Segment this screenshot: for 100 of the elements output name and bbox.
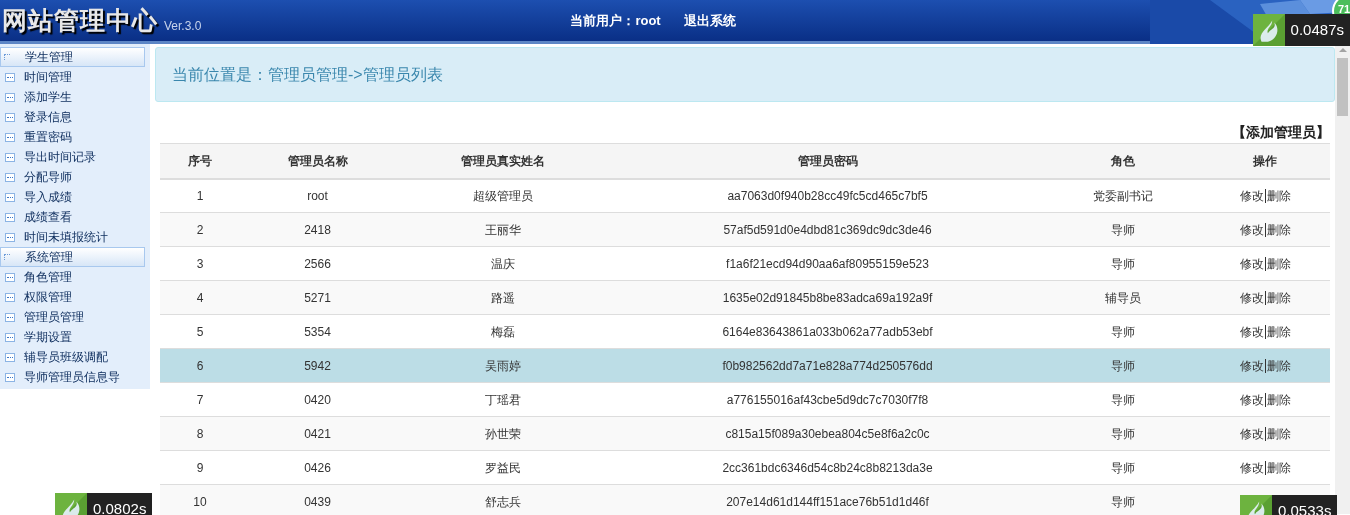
- list-icon: [5, 332, 15, 342]
- breadcrumb: 当前位置是：管理员管理->管理员列表: [172, 64, 443, 85]
- table-cell: 导师: [1045, 212, 1200, 247]
- table-cell: 10: [160, 484, 240, 515]
- add-admin-link[interactable]: 【添加管理员】: [1232, 122, 1330, 143]
- table-cell: 梅磊: [395, 314, 610, 349]
- table-row[interactable]: 5 5354 梅磊 6164e83643861a033b062a77adb53ebf 导师 修改 删除: [160, 314, 1330, 349]
- table-row[interactable]: 4 5271 路遥 1635e02d91845b8be83adca69a192a9f 辅导员 修改 删除: [160, 280, 1330, 315]
- delete-link[interactable]: 删除: [1266, 358, 1291, 373]
- edit-link[interactable]: 修改: [1239, 324, 1264, 339]
- list-icon: [5, 352, 15, 362]
- dotted-plus-icon: [4, 54, 10, 60]
- list-icon: [5, 212, 15, 222]
- table-cell: 辅导员: [1045, 280, 1200, 315]
- sidebar-item[interactable]: 管理员管理: [0, 307, 150, 327]
- edit-link[interactable]: 修改: [1239, 290, 1264, 305]
- table-cell: 0426: [240, 450, 395, 485]
- table-cell: 1: [160, 178, 240, 213]
- edit-link[interactable]: 修改: [1239, 426, 1264, 441]
- table-cell: 导师: [1045, 382, 1200, 417]
- table-cell: 超级管理员: [395, 178, 610, 213]
- logout-link[interactable]: 退出系统: [683, 10, 736, 31]
- edit-link[interactable]: 修改: [1239, 460, 1264, 475]
- edit-link[interactable]: 修改: [1239, 358, 1264, 373]
- delete-link[interactable]: 删除: [1266, 222, 1291, 237]
- table-cell: 温庆: [395, 246, 610, 281]
- table-cell: root: [240, 178, 395, 213]
- sidebar-item[interactable]: 权限管理: [0, 287, 150, 307]
- sidebar-item[interactable]: 辅导员班级调配: [0, 347, 150, 367]
- sidebar-item[interactable]: 重置密码: [0, 127, 150, 147]
- list-icon: [5, 372, 15, 382]
- table-cell: 导师: [1045, 246, 1200, 281]
- list-icon: [5, 232, 15, 242]
- table-cell: 2418: [240, 212, 395, 247]
- delete-link[interactable]: 删除: [1266, 290, 1291, 305]
- edit-link[interactable]: 修改: [1239, 188, 1264, 203]
- current-user-label: 当前用户：root: [570, 11, 661, 30]
- table-cell: 丁瑶君: [395, 382, 610, 417]
- delete-link[interactable]: 删除: [1266, 324, 1291, 339]
- table-cell: 党委副书记: [1045, 178, 1200, 213]
- scrollbar[interactable]: [1335, 44, 1350, 514]
- table-cell: 7: [160, 382, 240, 417]
- table-cell: 导师: [1045, 416, 1200, 451]
- dotted-plus-icon: [4, 254, 10, 260]
- list-icon: [5, 292, 15, 302]
- list-icon: [5, 192, 15, 202]
- table-cell: a776155016af43cbe5d9dc7c7030f7f8: [610, 382, 1045, 417]
- table-row[interactable]: 1 root 超级管理员 aa7063d0f940b28cc49fc5cd465c7bf5 党委副书记 修改 删除: [160, 178, 1330, 213]
- delete-link[interactable]: 删除: [1266, 392, 1291, 407]
- sidebar-item[interactable]: 登录信息: [0, 107, 150, 127]
- table-row[interactable]: 7 0420 丁瑶君 a776155016af43cbe5d9dc7c7030f7f8 导师 修改 删除: [160, 382, 1330, 417]
- sidebar-item[interactable]: 角色管理: [0, 267, 150, 287]
- column-header: 序号: [160, 143, 240, 179]
- delete-link[interactable]: 删除: [1266, 460, 1291, 475]
- list-icon: [5, 72, 15, 82]
- delete-link[interactable]: 删除: [1266, 188, 1291, 203]
- sidebar-group-header[interactable]: 学生管理: [0, 47, 145, 67]
- table-cell: 207e14d61d144ff151ace76b51d1d46f: [610, 484, 1045, 515]
- edit-link[interactable]: 修改: [1239, 392, 1264, 407]
- edit-link[interactable]: 修改: [1239, 222, 1264, 237]
- sidebar-group-header[interactable]: 系统管理: [0, 247, 145, 267]
- table-cell: 6: [160, 348, 240, 383]
- table-cell: 8: [160, 416, 240, 451]
- table-cell: 导师: [1045, 314, 1200, 349]
- column-header: 管理员密码: [610, 143, 1045, 179]
- sidebar-item[interactable]: 分配导师: [0, 167, 150, 187]
- version-label: Ver.3.0: [164, 17, 202, 35]
- table-cell: 9: [160, 450, 240, 485]
- table-cell: 导师: [1045, 484, 1200, 515]
- sidebar-item[interactable]: 导师管理员信息导: [0, 367, 150, 387]
- sidebar-item[interactable]: 导出时间记录: [0, 147, 150, 167]
- table-cell: 导师: [1045, 348, 1200, 383]
- table-cell: 5354: [240, 314, 395, 349]
- sidebar-item[interactable]: 时间管理: [0, 67, 150, 87]
- table-row[interactable]: 3 2566 温庆 f1a6f21ecd94d90aa6af80955159e523 导师 修改 删除: [160, 246, 1330, 281]
- table-row[interactable]: 2 2418 王丽华 57af5d591d0e4dbd81c369dc9dc3de46 导师 修改 删除: [160, 212, 1330, 247]
- table-cell: 5271: [240, 280, 395, 315]
- edit-link[interactable]: 修改: [1239, 256, 1264, 271]
- table-cell: c815a15f089a30ebea804c5e8f6a2c0c: [610, 416, 1045, 451]
- sidebar-item[interactable]: 导入成绩: [0, 187, 150, 207]
- sidebar-item[interactable]: 添加学生: [0, 87, 150, 107]
- delete-link[interactable]: 删除: [1266, 256, 1291, 271]
- list-icon: [5, 112, 15, 122]
- table-row[interactable]: 9 0426 罗益民 2cc361bdc6346d54c8b24c8b8213da3e 导师 修改 删除: [160, 450, 1330, 485]
- sidebar-item[interactable]: 时间未填报统计: [0, 227, 150, 247]
- sidebar-item[interactable]: 学期设置: [0, 327, 150, 347]
- column-header: 管理员名称: [240, 143, 395, 179]
- sidebar-item[interactable]: 成绩查看: [0, 207, 150, 227]
- column-header: 管理员真实姓名: [395, 143, 610, 179]
- table-cell: 吴雨婷: [395, 348, 610, 383]
- table-cell: 2cc361bdc6346d54c8b24c8b8213da3e: [610, 450, 1045, 485]
- load-time-label: 0.0487s: [1284, 14, 1350, 46]
- load-time-label: 0.0802s: [87, 493, 153, 515]
- table-cell: 2: [160, 212, 240, 247]
- list-icon: [5, 132, 15, 142]
- table-cell: 57af5d591d0e4dbd81c369dc9dc3de46: [610, 212, 1045, 247]
- table-cell: aa7063d0f940b28cc49fc5cd465c7bf5: [610, 178, 1045, 213]
- delete-link[interactable]: 删除: [1266, 426, 1291, 441]
- table-row[interactable]: 8 0421 孙世荣 c815a15f089a30ebea804c5e8f6a2c0c 导师 修改 删除: [160, 416, 1330, 451]
- table-cell: 4: [160, 280, 240, 315]
